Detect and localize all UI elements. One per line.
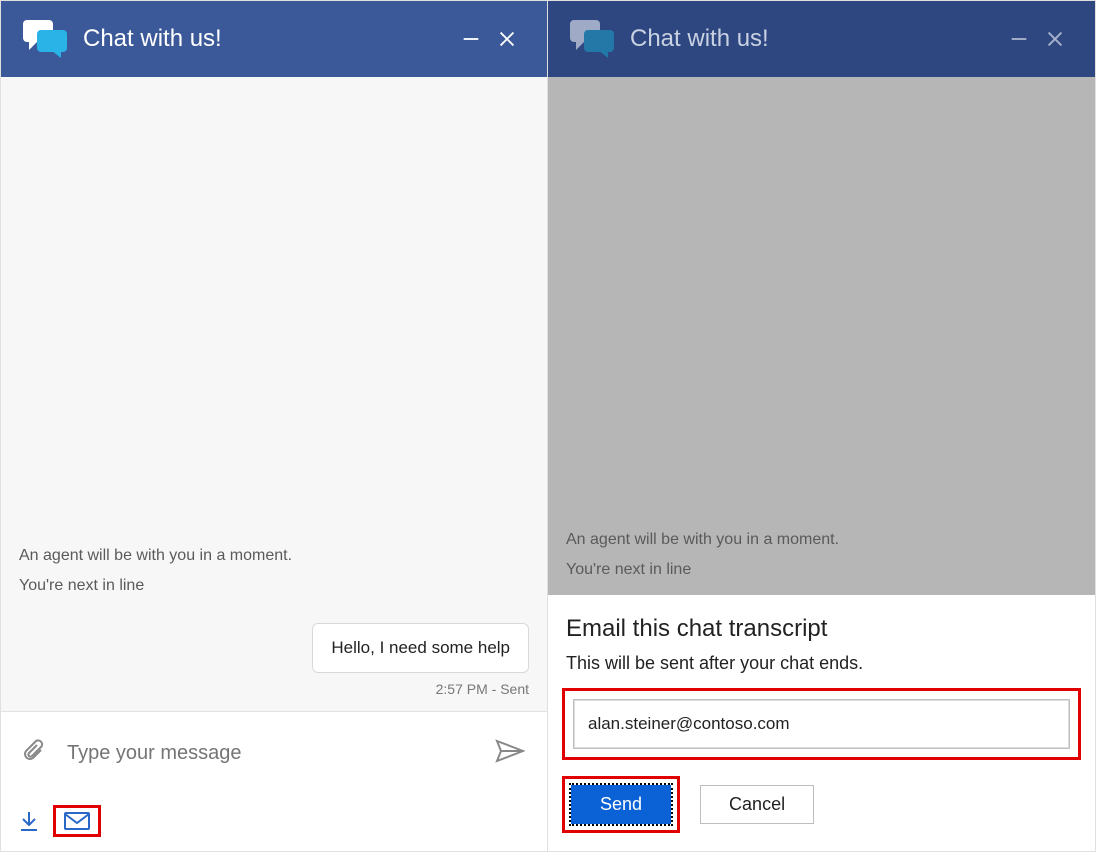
email-input-highlight xyxy=(562,688,1081,760)
chat-header: Chat with us! xyxy=(548,1,1095,77)
minimize-button[interactable] xyxy=(453,21,489,57)
email-transcript-modal: Email this chat transcript This will be … xyxy=(548,595,1095,851)
chat-window-left: Chat with us! An agent will be with you … xyxy=(0,0,548,852)
message-meta: 2:57 PM - Sent xyxy=(436,681,529,697)
compose-bar xyxy=(1,711,547,795)
modal-scrim: An agent will be with you in a moment. Y… xyxy=(548,77,1095,851)
chat-title: Chat with us! xyxy=(630,25,1001,53)
send-icon[interactable] xyxy=(495,739,525,768)
message-input[interactable] xyxy=(65,741,477,766)
modal-title: Email this chat transcript xyxy=(566,615,1081,643)
chat-window-right: Chat with us! An agent will be with you … xyxy=(548,0,1096,852)
cancel-button[interactable]: Cancel xyxy=(700,785,814,824)
close-button[interactable] xyxy=(489,21,525,57)
chat-logo-icon xyxy=(570,20,614,58)
chat-body-dimmed: An agent will be with you in a moment. Y… xyxy=(548,77,1095,595)
status-line: You're next in line xyxy=(566,561,1077,579)
send-button-highlight: Send xyxy=(562,776,680,833)
close-button[interactable] xyxy=(1037,21,1073,57)
status-line: An agent will be with you in a moment. xyxy=(19,547,529,565)
email-transcript-highlight xyxy=(53,805,101,837)
chat-header: Chat with us! xyxy=(1,1,547,77)
chat-logo-icon xyxy=(23,20,67,58)
email-input[interactable] xyxy=(573,699,1070,749)
chat-body: An agent will be with you in a moment. Y… xyxy=(1,77,547,711)
modal-subtitle: This will be sent after your chat ends. xyxy=(566,653,1081,674)
download-transcript-icon[interactable] xyxy=(19,810,39,832)
chat-title: Chat with us! xyxy=(83,25,453,53)
send-button[interactable]: Send xyxy=(571,785,671,824)
status-line: An agent will be with you in a moment. xyxy=(566,531,1077,549)
chat-footer xyxy=(1,795,547,851)
attachment-icon[interactable] xyxy=(23,738,47,769)
minimize-button[interactable] xyxy=(1001,21,1037,57)
status-line: You're next in line xyxy=(19,577,529,595)
user-message-bubble: Hello, I need some help xyxy=(312,623,529,673)
modal-button-row: Send Cancel xyxy=(562,776,1081,833)
email-transcript-icon[interactable] xyxy=(64,812,90,830)
